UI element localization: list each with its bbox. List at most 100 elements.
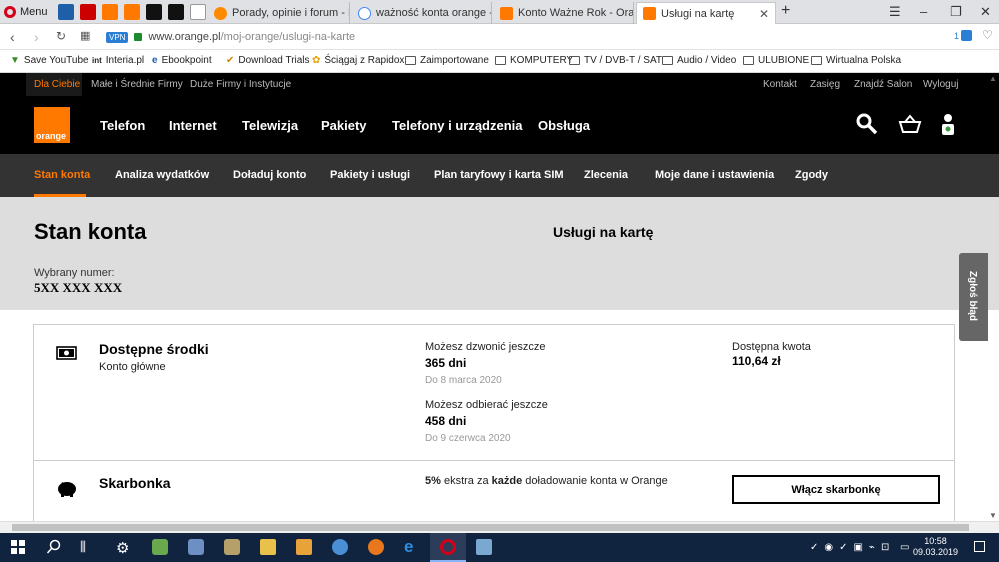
user-icon[interactable]: [940, 113, 956, 137]
firefox-icon[interactable]: [368, 539, 384, 555]
bookmark-item[interactable]: int Interia.pl: [92, 55, 144, 66]
tab-analiza-wydatkow[interactable]: Analiza wydatków: [115, 169, 209, 181]
pinned-tab-icon[interactable]: [168, 4, 184, 20]
browser-tab[interactable]: ważność konta orange - S: [352, 2, 492, 24]
scrollbar-thumb[interactable]: [12, 524, 969, 531]
main-nav-pakiety[interactable]: Pakiety: [321, 118, 367, 133]
pinned-tab-icon[interactable]: [58, 4, 74, 20]
bookmarks-bar: ▼ Save YouTube int Interia.pl e Ebookpoint …: [0, 50, 999, 73]
scroll-up-icon[interactable]: ▲: [989, 74, 997, 83]
horizontal-scrollbar[interactable]: [0, 521, 999, 533]
app-icon[interactable]: [188, 539, 204, 555]
top-nav-wyloguj[interactable]: Wyloguj: [923, 79, 958, 90]
main-nav-internet[interactable]: Internet: [169, 118, 217, 133]
file-explorer-icon[interactable]: [260, 539, 276, 555]
top-nav-duze-firmy[interactable]: Duże Firmy i Instytucje: [190, 79, 291, 90]
tab-zgody[interactable]: Zgody: [795, 169, 828, 181]
edge-icon[interactable]: e: [404, 538, 420, 555]
search-icon[interactable]: [856, 113, 878, 135]
tab-doladuj-konto[interactable]: Doładuj konto: [233, 169, 306, 181]
new-tab-button[interactable]: +: [781, 2, 790, 20]
account-header: Stan konta Usługi na kartę Wybrany numer…: [0, 197, 999, 310]
browser-tab-active[interactable]: Usługi na kartę ✕: [636, 2, 776, 24]
url-field[interactable]: VPN www.orange.pl/moj-orange/uslugi-na-k…: [106, 28, 974, 46]
reload-icon[interactable]: ↻: [56, 29, 66, 43]
media-player-icon[interactable]: [296, 539, 312, 555]
checkmark-icon: ✔: [226, 55, 235, 66]
pinned-tab-icon[interactable]: [124, 4, 140, 20]
heart-icon[interactable]: ♡: [982, 28, 993, 42]
top-nav-zasieg[interactable]: Zasięg: [810, 79, 840, 90]
main-nav-obsluga[interactable]: Obsługa: [538, 118, 590, 133]
app-icon[interactable]: [476, 539, 492, 555]
top-nav-dla-ciebie[interactable]: Dla Ciebie: [34, 79, 80, 90]
card-divider: [34, 460, 954, 461]
receive-label: Możesz odbierać jeszcze: [425, 399, 548, 411]
piggy-description: 5% ekstra za każde doładowanie konta w O…: [425, 475, 668, 487]
bookmark-folder[interactable]: ULUBIONE: [743, 55, 809, 66]
minimize-icon[interactable]: –: [920, 4, 927, 19]
forward-icon[interactable]: ›: [34, 29, 39, 45]
pinned-tab-icon[interactable]: [80, 4, 96, 20]
extension-icon[interactable]: [961, 30, 972, 41]
pinned-tab-icon[interactable]: [146, 4, 162, 20]
tab-zlecenia[interactable]: Zlecenia: [584, 169, 628, 181]
pinned-tab-icon[interactable]: [190, 4, 206, 20]
speed-dial-icon[interactable]: ▦: [80, 29, 90, 42]
task-view-icon[interactable]: ⫼: [80, 539, 96, 555]
main-nav-telewizja[interactable]: Telewizja: [242, 118, 298, 133]
folder-icon: [495, 56, 506, 65]
restore-icon[interactable]: ❐: [950, 4, 962, 20]
notifications-icon[interactable]: [974, 541, 985, 552]
scroll-down-icon[interactable]: ▼: [989, 511, 997, 520]
browser-tab[interactable]: Porady, opinie i forum - N: [208, 2, 350, 24]
receive-until: Do 9 czerwca 2020: [425, 433, 511, 444]
call-until: Do 8 marca 2020: [425, 375, 502, 386]
feedback-tab[interactable]: Zgłoś błąd: [959, 253, 988, 341]
pinned-tab-icon[interactable]: [102, 4, 118, 20]
bookmark-item[interactable]: ✿ Ściągaj z Rapidox: [312, 55, 404, 66]
system-tray-icons[interactable]: ✓◉✓▣⌁⊡: [810, 542, 895, 553]
clock[interactable]: 10:58 09.03.2019: [913, 536, 958, 558]
bookmark-item[interactable]: ▼ Save YouTube: [10, 55, 89, 66]
top-nav-znajdz-salon[interactable]: Znajdź Salon: [854, 79, 912, 90]
main-nav-telefon[interactable]: Telefon: [100, 118, 145, 133]
app-icon[interactable]: [152, 539, 168, 555]
main-nav-telefony[interactable]: Telefony i urządzenia: [392, 118, 523, 133]
tab-title: ważność konta orange - S: [376, 7, 492, 19]
enable-piggy-button[interactable]: Włącz skarbonkę: [732, 475, 940, 504]
top-nav-kontakt[interactable]: Kontakt: [763, 79, 797, 90]
lock-icon[interactable]: [134, 33, 143, 41]
opera-icon: [440, 539, 456, 555]
app-icon[interactable]: [224, 539, 240, 555]
tab-pakiety-i-uslugi[interactable]: Pakiety i usługi: [330, 169, 410, 181]
windows-start-icon[interactable]: [10, 539, 26, 555]
tab-stan-konta[interactable]: Stan konta: [34, 169, 90, 181]
vpn-badge[interactable]: VPN: [106, 31, 129, 43]
close-window-icon[interactable]: ✕: [980, 4, 991, 20]
tab-plan-taryfowy[interactable]: Plan taryfowy i karta SIM: [434, 169, 564, 181]
tab-menu-icon[interactable]: ☰: [889, 4, 901, 20]
orange-logo[interactable]: orange: [34, 107, 70, 143]
bookmark-item[interactable]: ✔ Download Trials: [226, 55, 310, 66]
bookmark-item[interactable]: e Ebookpoint: [152, 55, 212, 66]
opera-menu-button[interactable]: Menu: [4, 3, 48, 21]
rapidox-icon: ✿: [312, 55, 321, 66]
search-icon[interactable]: [46, 539, 62, 555]
bookmark-folder[interactable]: Zaimportowane: [405, 55, 489, 66]
bookmark-folder[interactable]: TV / DVB-T / SAT: [569, 55, 662, 66]
back-icon[interactable]: ‹: [10, 29, 15, 45]
browser-tab[interactable]: Konto Ważne Rok - Orang: [494, 2, 634, 24]
top-nav-male-firmy[interactable]: Małe i Średnie Firmy: [91, 79, 183, 90]
basket-icon[interactable]: [898, 114, 922, 134]
bookmark-folder[interactable]: KOMPUTERY: [495, 55, 573, 66]
windows-taskbar: ⫼ ⚙ e ✓◉✓▣⌁⊡ ▭ 10:58 09.03.2019: [0, 533, 999, 562]
close-tab-icon[interactable]: ✕: [759, 7, 769, 21]
settings-gear-icon[interactable]: ⚙: [116, 539, 132, 557]
selected-number: 5XX XXX XXX: [34, 280, 123, 295]
tab-moje-dane[interactable]: Moje dane i ustawienia: [655, 169, 774, 181]
language-icon[interactable]: ▭: [900, 542, 909, 553]
app-icon[interactable]: [332, 539, 348, 555]
bookmark-folder[interactable]: Audio / Video: [662, 55, 736, 66]
bookmark-folder[interactable]: Wirtualna Polska: [811, 55, 901, 66]
